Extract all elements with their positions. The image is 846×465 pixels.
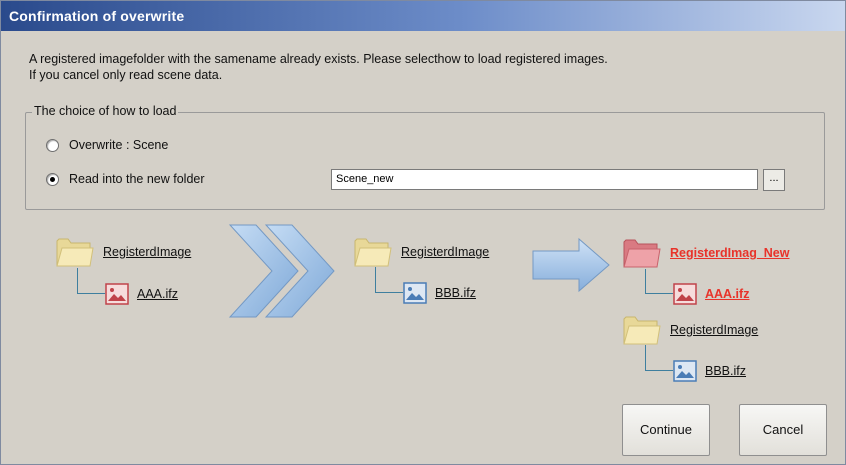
double-chevron-arrow-icon — [228, 224, 335, 318]
image-file-icon — [105, 283, 129, 305]
step2-folder-label: RegisterdImage — [401, 244, 490, 259]
step2-file-node: BBB.ifz — [403, 282, 476, 304]
overwrite-scene-label: Overwrite : Scene — [69, 138, 169, 152]
result-new-folder-node: RegisterdImag_New — [623, 236, 789, 269]
result-new-folder-label: RegisterdImag_New — [670, 245, 790, 260]
read-new-folder-radio[interactable] — [46, 172, 59, 186]
overwrite-scene-radio[interactable] — [46, 138, 59, 152]
dialog-title: Confirmation of overwrite — [1, 1, 845, 31]
tree-connector — [645, 269, 673, 294]
overwrite-scene-option[interactable]: Overwrite : Scene — [46, 138, 168, 152]
dialog-message: A registered imagefolder with the samena… — [29, 51, 608, 83]
result-new-file-node: AAA.ifz — [673, 283, 749, 305]
cancel-button[interactable]: Cancel — [739, 404, 827, 456]
folder-icon — [56, 238, 94, 267]
image-file-icon — [673, 283, 697, 305]
result-file-node: BBB.ifz — [673, 360, 746, 382]
step1-folder-label: RegisterdImage — [103, 244, 192, 259]
tree-connector — [77, 268, 105, 294]
step2-folder-node: RegisterdImage — [354, 235, 489, 268]
image-file-icon — [403, 282, 427, 304]
new-folder-icon — [623, 239, 661, 268]
result-folder-label: RegisterdImage — [670, 322, 759, 337]
step1-file-label: AAA.ifz — [137, 287, 178, 301]
load-choice-legend: The choice of how to load — [32, 104, 179, 118]
continue-button[interactable]: Continue — [622, 404, 710, 456]
result-folder-node: RegisterdImage — [623, 313, 758, 346]
message-line-1: A registered imagefolder with the samena… — [29, 52, 608, 66]
tree-connector — [375, 267, 403, 293]
right-arrow-icon — [532, 237, 610, 293]
load-choice-group: The choice of how to load Overwrite : Sc… — [25, 104, 825, 210]
result-new-file-label: AAA.ifz — [705, 287, 750, 301]
read-new-folder-label: Read into the new folder — [69, 172, 205, 186]
browse-button[interactable]: ... — [763, 169, 785, 191]
step2-file-label: BBB.ifz — [435, 286, 476, 300]
step1-file-node: AAA.ifz — [105, 283, 178, 305]
image-file-icon — [673, 360, 697, 382]
folder-icon — [623, 316, 661, 345]
overwrite-confirmation-dialog: Confirmation of overwrite A registered i… — [0, 0, 846, 465]
tree-connector — [645, 345, 673, 371]
result-file-label: BBB.ifz — [705, 364, 746, 378]
read-new-folder-option[interactable]: Read into the new folder — [46, 172, 205, 186]
message-line-2: If you cancel only read scene data. — [29, 68, 223, 82]
step1-folder-node: RegisterdImage — [56, 235, 191, 268]
new-folder-name-input[interactable]: Scene_new — [331, 169, 758, 190]
folder-icon — [354, 238, 392, 267]
